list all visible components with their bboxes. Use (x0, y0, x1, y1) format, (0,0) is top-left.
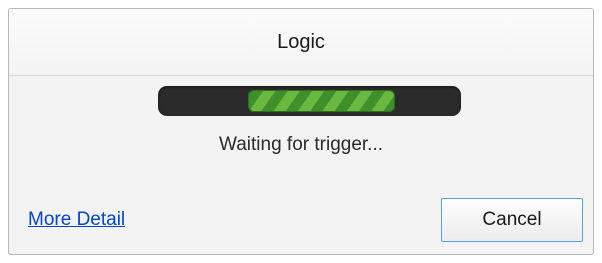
status-text: Waiting for trigger... (218, 134, 384, 155)
dialog-title: Logic (277, 30, 325, 53)
more-detail-link[interactable]: More Detail (28, 209, 125, 231)
progress-indicator (248, 90, 395, 112)
logic-dialog: Logic Waiting for trigger... More Detail… (8, 8, 594, 255)
cancel-button[interactable]: Cancel (441, 198, 583, 242)
progress-bar (158, 86, 461, 116)
dialog-titlebar: Logic (9, 9, 593, 76)
